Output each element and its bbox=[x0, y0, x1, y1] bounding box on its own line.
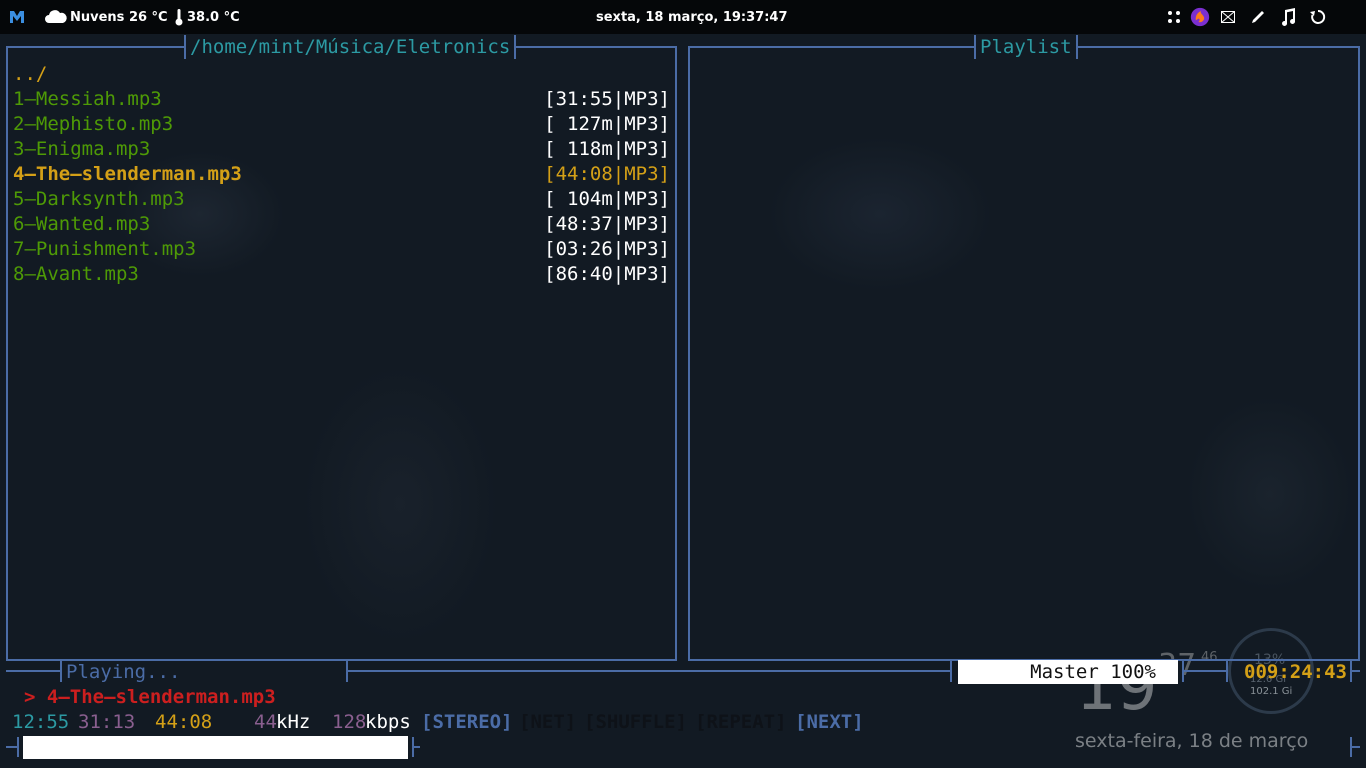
remaining-time: 31:13 bbox=[78, 711, 136, 733]
cloud-icon bbox=[44, 7, 68, 27]
divider bbox=[60, 660, 62, 682]
divider bbox=[950, 660, 952, 682]
update-icon[interactable] bbox=[1308, 7, 1328, 27]
divider bbox=[412, 746, 420, 748]
sample-rate-unit: kHz bbox=[276, 711, 311, 733]
sample-rate-value: 44 bbox=[254, 711, 277, 733]
divider bbox=[1182, 670, 1228, 672]
options-icon[interactable] bbox=[1164, 7, 1184, 27]
divider bbox=[17, 737, 19, 757]
thermometer-icon bbox=[173, 7, 185, 27]
volume-label: Master 100% bbox=[1030, 661, 1156, 683]
session-counter: 009:24:43 bbox=[1244, 661, 1347, 683]
menu-button[interactable] bbox=[7, 0, 27, 34]
parent-dir[interactable]: ../ bbox=[13, 62, 47, 87]
file-row-name[interactable]: 7–Punishment.mp3 bbox=[13, 237, 196, 262]
file-row-meta: [86:40|MP3] bbox=[544, 263, 670, 285]
file-row-name[interactable]: 4–The–slenderman.mp3 bbox=[13, 162, 242, 187]
file-row-name[interactable]: 6–Wanted.mp3 bbox=[13, 212, 150, 237]
mem-total: 102.1 Gi bbox=[1250, 686, 1293, 697]
file-row-name[interactable]: 8–Avant.mp3 bbox=[13, 262, 139, 287]
file-row-meta: [03:26|MP3] bbox=[544, 238, 670, 260]
file-row-meta: [ 118m|MP3] bbox=[544, 138, 670, 160]
file-row-name[interactable]: 3–Enigma.mp3 bbox=[13, 137, 150, 162]
volume-box[interactable]: Master 100% bbox=[958, 660, 1178, 684]
file-row-name[interactable]: 2–Mephisto.mp3 bbox=[13, 112, 173, 137]
divider bbox=[1350, 670, 1360, 672]
file-row-meta: [44:08|MP3] bbox=[544, 163, 670, 185]
elapsed-time: 12:55 bbox=[12, 711, 70, 733]
firefox-icon[interactable] bbox=[1190, 7, 1210, 27]
bitrate-value: 128 bbox=[332, 711, 367, 733]
next-flag: [NEXT] bbox=[795, 711, 864, 733]
divider bbox=[1350, 746, 1360, 748]
pen-icon[interactable] bbox=[1248, 7, 1268, 27]
temperature-label: 38.0 °C bbox=[187, 9, 240, 25]
stereo-flag: [STEREO] bbox=[421, 711, 513, 733]
clock-label: sexta, 18 março, 19:37:47 bbox=[596, 9, 788, 25]
file-row-meta: [ 127m|MP3] bbox=[544, 113, 670, 135]
top-panel: Nuvens 26 °C 38.0 °C sexta, 18 março, 19… bbox=[0, 0, 1366, 34]
playing-status: Playing... bbox=[66, 661, 181, 683]
file-browser-panel: /home/mint/Música/Eletronics ../ 1–Messi… bbox=[6, 35, 677, 661]
total-time: 44:08 bbox=[155, 711, 213, 733]
clock-applet[interactable]: sexta, 18 março, 19:37:47 bbox=[596, 0, 788, 34]
clock-date: sexta-feira, 18 de março bbox=[1075, 730, 1309, 752]
file-row-name[interactable]: 1–Messiah.mp3 bbox=[13, 87, 162, 112]
now-playing: > 4–The–slenderman.mp3 bbox=[24, 686, 276, 708]
file-row-meta: [ 104m|MP3] bbox=[544, 188, 670, 210]
repeat-flag: [REPEAT] bbox=[695, 711, 787, 733]
weather-label: Nuvens 26 °C bbox=[70, 9, 168, 25]
file-row-meta: [48:37|MP3] bbox=[544, 213, 670, 235]
divider bbox=[1226, 660, 1228, 682]
shuffle-flag: [SHUFFLE] bbox=[584, 711, 687, 733]
file-row-meta: [31:55|MP3] bbox=[544, 88, 670, 110]
progress-bar[interactable] bbox=[346, 670, 952, 672]
music-icon[interactable] bbox=[1278, 7, 1298, 27]
file-row-name[interactable]: 5–Darksynth.mp3 bbox=[13, 187, 185, 212]
command-input[interactable] bbox=[23, 736, 408, 759]
weather-applet[interactable]: Nuvens 26 °C bbox=[44, 0, 168, 34]
browser-path: /home/mint/Música/Eletronics bbox=[184, 35, 517, 59]
bitrate-unit: kbps bbox=[365, 711, 411, 733]
divider bbox=[6, 670, 62, 672]
playlist-title: Playlist bbox=[974, 35, 1078, 59]
system-tray bbox=[1164, 0, 1328, 34]
playlist-panel: Playlist bbox=[688, 35, 1360, 661]
temperature-applet[interactable]: 38.0 °C bbox=[173, 0, 240, 34]
mint-logo-icon bbox=[7, 7, 27, 27]
mail-icon[interactable] bbox=[1218, 7, 1238, 27]
net-flag: [NET] bbox=[519, 711, 577, 733]
